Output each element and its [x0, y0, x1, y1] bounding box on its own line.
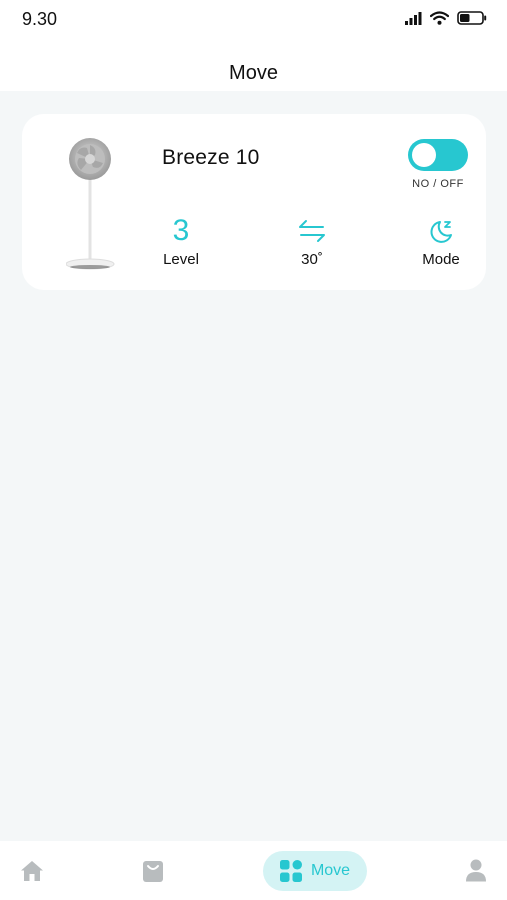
app-header: Move	[0, 44, 507, 91]
grid-apps-icon	[279, 860, 302, 882]
status-icons	[405, 11, 487, 25]
bottom-tab-bar: Move	[0, 841, 507, 900]
wifi-icon	[430, 11, 449, 25]
oscillation-angle-label: 30˚	[301, 251, 323, 268]
page-title: Move	[229, 62, 278, 84]
power-toggle[interactable]	[408, 139, 468, 171]
device-card[interactable]: Breeze 10 NO / OFF 3 Level 30˚ Mode	[22, 114, 486, 290]
moon-sleep-icon	[430, 221, 452, 243]
device-name: Breeze 10	[162, 146, 260, 169]
status-bar: 9.30	[0, 0, 507, 44]
home-icon	[21, 860, 43, 881]
power-toggle-knob	[412, 143, 436, 167]
power-toggle-label: NO / OFF	[412, 178, 464, 190]
battery-icon	[457, 11, 487, 25]
cellular-signal-icon	[405, 11, 422, 25]
standing-fan-image	[66, 138, 115, 270]
mode-control[interactable]: Mode	[396, 214, 486, 268]
shopping-bag-icon	[143, 860, 163, 882]
oscillation-arrows-icon	[299, 220, 325, 242]
level-label: Level	[163, 251, 199, 268]
status-time: 9.30	[22, 9, 58, 29]
level-value: 3	[172, 214, 190, 247]
battery-level-fill	[460, 14, 470, 22]
tab-home[interactable]	[12, 841, 52, 900]
tab-move-label: Move	[310, 862, 351, 879]
mode-label: Mode	[422, 251, 460, 268]
tab-shop[interactable]	[133, 841, 173, 900]
tab-move[interactable]: Move	[263, 851, 367, 891]
oscillation-control[interactable]: 30˚	[267, 214, 357, 268]
user-icon	[466, 859, 486, 882]
level-control[interactable]: 3 Level	[136, 214, 226, 268]
tab-profile[interactable]	[456, 841, 496, 900]
